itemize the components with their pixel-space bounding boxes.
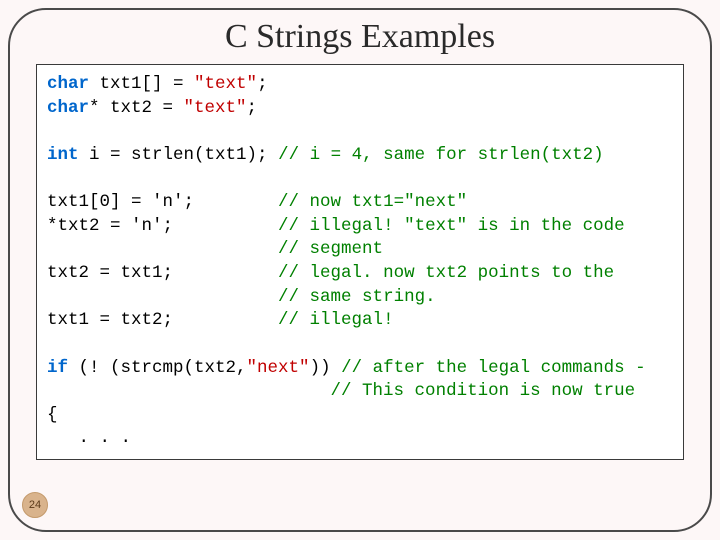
page-number-badge: 24 — [22, 492, 48, 518]
code-text: txt2 = txt1; — [47, 263, 278, 283]
code-text — [47, 381, 331, 401]
code-text: )) — [310, 358, 342, 378]
comment: // now txt1="next" — [278, 192, 467, 212]
page-number: 24 — [29, 499, 41, 511]
comment: // legal. now txt2 points to the — [278, 263, 614, 283]
code-text: (! (strcmp(txt2, — [68, 358, 247, 378]
comment: // This condition is now true — [331, 381, 636, 401]
code-line-2: char* txt2 = "text"; — [47, 97, 673, 121]
code-text: * txt2 = — [89, 98, 184, 118]
keyword: char — [47, 74, 89, 94]
code-line-3: int i = strlen(txt1); // i = 4, same for… — [47, 144, 673, 168]
code-text — [47, 287, 278, 307]
code-line-5: *txt2 = 'n'; // illegal! "text" is in th… — [47, 215, 673, 239]
slide-title: C Strings Examples — [0, 0, 720, 64]
code-text: i = strlen(txt1); — [79, 145, 279, 165]
code-text: txt1 = txt2; — [47, 310, 278, 330]
slide-container: C Strings Examples char txt1[] = "text";… — [0, 0, 720, 540]
comment: // after the legal commands - — [341, 358, 646, 378]
string-literal: "text" — [194, 74, 257, 94]
string-literal: "next" — [247, 358, 310, 378]
code-block: char txt1[] = "text"; char* txt2 = "text… — [36, 64, 684, 460]
keyword: char — [47, 98, 89, 118]
blank-line — [47, 333, 673, 357]
string-literal: "text" — [184, 98, 247, 118]
code-line-8: // same string. — [47, 286, 673, 310]
code-line-6: // segment — [47, 238, 673, 262]
comment: // same string. — [278, 287, 436, 307]
code-line-12: { — [47, 404, 673, 428]
code-text: txt1[0] = 'n'; — [47, 192, 278, 212]
code-line-10: if (! (strcmp(txt2,"next")) // after the… — [47, 357, 673, 381]
code-text: txt1[] = — [89, 74, 194, 94]
code-text: { — [47, 405, 58, 425]
code-text: ; — [247, 98, 258, 118]
comment: // segment — [278, 239, 383, 259]
code-line-11: // This condition is now true — [47, 380, 673, 404]
code-text: ; — [257, 74, 268, 94]
comment: // i = 4, same for strlen(txt2) — [278, 145, 604, 165]
comment: // illegal! "text" is in the code — [278, 216, 625, 236]
code-line-13: . . . — [47, 427, 673, 451]
code-line-1: char txt1[] = "text"; — [47, 73, 673, 97]
code-line-7: txt2 = txt1; // legal. now txt2 points t… — [47, 262, 673, 286]
keyword: int — [47, 145, 79, 165]
blank-line — [47, 120, 673, 144]
comment: // illegal! — [278, 310, 394, 330]
code-text: *txt2 = 'n'; — [47, 216, 278, 236]
code-text — [47, 239, 278, 259]
blank-line — [47, 168, 673, 192]
keyword: if — [47, 358, 68, 378]
code-line-4: txt1[0] = 'n'; // now txt1="next" — [47, 191, 673, 215]
code-text: . . . — [47, 428, 131, 448]
code-line-9: txt1 = txt2; // illegal! — [47, 309, 673, 333]
